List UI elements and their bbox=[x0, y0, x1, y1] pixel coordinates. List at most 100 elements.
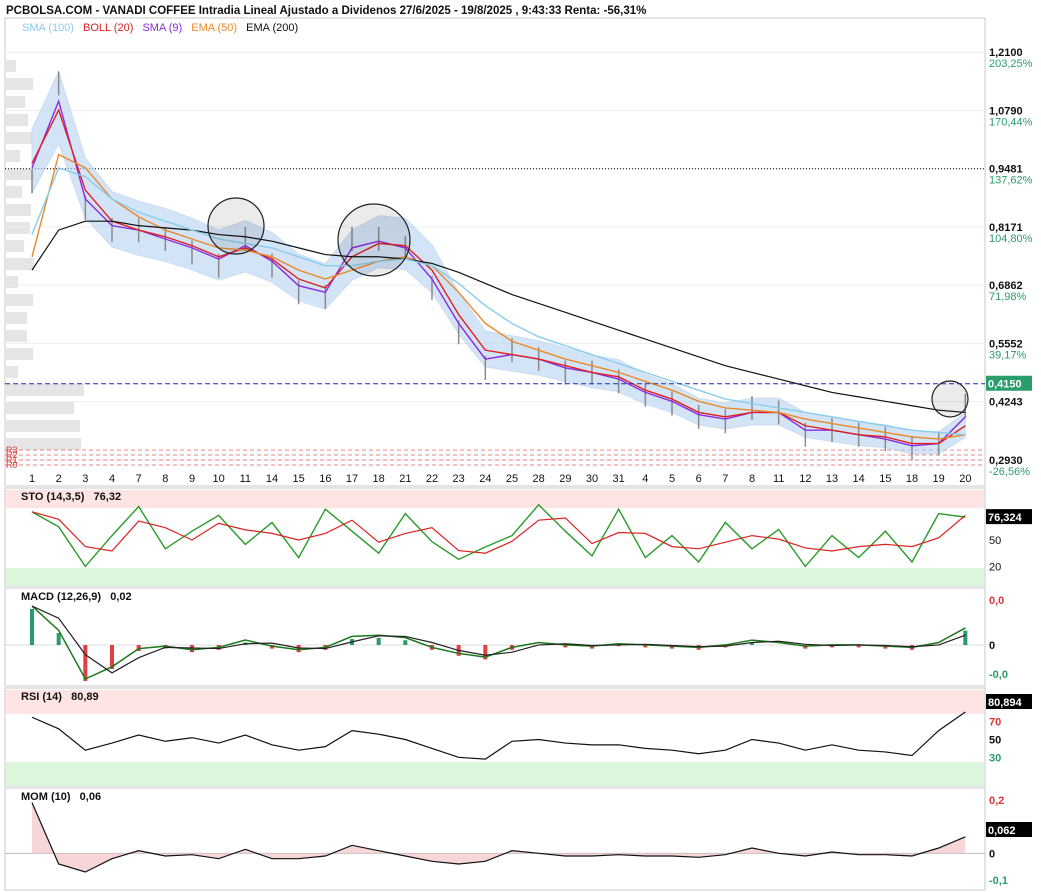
x-tick-label: 15 bbox=[879, 473, 891, 485]
rsi-tick: 70 bbox=[989, 717, 1001, 729]
mom-area bbox=[32, 802, 966, 872]
price-tick-pct: 203,25% bbox=[989, 58, 1033, 70]
sto-value: 76,32 bbox=[93, 491, 122, 503]
panel-frame-4 bbox=[4, 787, 986, 891]
x-tick-label: 7 bbox=[136, 473, 142, 485]
legend-ema50[interactable]: EMA (50) bbox=[191, 22, 237, 34]
x-tick-label: 15 bbox=[293, 473, 305, 485]
x-tick-label: 4 bbox=[642, 473, 648, 485]
x-tick-label: 8 bbox=[162, 473, 168, 485]
rsi-oversold-zone bbox=[6, 762, 984, 786]
rsi-overbought-zone bbox=[6, 690, 984, 714]
mom-tick: 0 bbox=[989, 848, 995, 860]
x-tick-label: 10 bbox=[213, 473, 225, 485]
volume-profile-bar bbox=[6, 420, 80, 432]
volume-profile-bar bbox=[6, 294, 33, 306]
volume-profile-bar bbox=[6, 204, 31, 216]
x-tick-label: 14 bbox=[266, 473, 278, 485]
volume-profile-bar bbox=[6, 186, 22, 198]
x-tick-label: 9 bbox=[189, 473, 195, 485]
volume-profile-bar bbox=[6, 132, 32, 144]
x-tick-label: 6 bbox=[696, 473, 702, 485]
price-tick-pct: 39,17% bbox=[989, 349, 1027, 361]
panel-frame-2 bbox=[4, 587, 986, 687]
x-tick-label: 16 bbox=[319, 473, 331, 485]
sto-d-line bbox=[31, 511, 966, 554]
x-tick-label: 29 bbox=[559, 473, 571, 485]
legend-sma9[interactable]: SMA (9) bbox=[142, 22, 182, 34]
x-tick-label: 18 bbox=[373, 473, 385, 485]
mom-label: MOM (10) bbox=[21, 791, 71, 803]
sto-panel-label: STO (14,3,5) 76,32 bbox=[21, 491, 121, 503]
rsi-badge: 80,894 bbox=[988, 697, 1023, 709]
x-tick-label: 31 bbox=[613, 473, 625, 485]
price-tick-pct: -26,56% bbox=[989, 466, 1030, 478]
x-tick-label: 21 bbox=[399, 473, 411, 485]
macd-tick: 0,0 bbox=[989, 595, 1004, 607]
rsi-value: 80,89 bbox=[71, 691, 99, 703]
volume-profile-bar bbox=[6, 384, 84, 396]
price-tick-pct: 170,44% bbox=[989, 116, 1033, 128]
macd-histogram-bar bbox=[30, 609, 34, 645]
volume-profile-bar bbox=[6, 276, 18, 288]
x-tick-label: 17 bbox=[346, 473, 358, 485]
volume-profile-bar bbox=[6, 96, 25, 108]
x-tick-label: 24 bbox=[479, 473, 491, 485]
volume-profile-bar bbox=[6, 312, 27, 324]
mom-line bbox=[31, 802, 966, 873]
x-tick-label: 13 bbox=[826, 473, 838, 485]
rsi-panel-label: RSI (14) 80,89 bbox=[21, 691, 99, 703]
rsi-tick: 50 bbox=[989, 735, 1001, 747]
mom-tick: 0,2 bbox=[989, 795, 1004, 807]
x-tick-label: 2 bbox=[56, 473, 62, 485]
legend-boll20[interactable]: BOLL (20) bbox=[83, 22, 133, 34]
sto-oversold-zone bbox=[6, 568, 984, 586]
macd-tick: -0,0 bbox=[989, 669, 1008, 681]
x-tick-label: 14 bbox=[853, 473, 865, 485]
volume-profile-bar bbox=[6, 348, 33, 360]
price-tick-label: 0,4243 bbox=[989, 397, 1023, 409]
x-tick-label: 22 bbox=[426, 473, 438, 485]
macd-histogram-bar bbox=[190, 645, 194, 653]
x-tick-label: 11 bbox=[240, 473, 251, 485]
highlight-circle bbox=[207, 197, 265, 255]
macd-histogram-bar bbox=[403, 640, 408, 645]
price-tick-pct: 104,80% bbox=[989, 233, 1033, 245]
macd-line bbox=[31, 605, 966, 680]
rsi-tick: 30 bbox=[989, 752, 1001, 764]
chart-title: PCBOLSA.COM - VANADI COFFEE Intradia Lin… bbox=[6, 5, 647, 17]
macd-histogram-bar bbox=[56, 633, 61, 645]
x-tick-label: 8 bbox=[749, 473, 755, 485]
sto-k-line bbox=[31, 503, 966, 568]
macd-panel-label: MACD (12,26,9) 0,02 bbox=[21, 591, 132, 603]
sto-overbought-zone bbox=[6, 490, 984, 508]
current-price-text: 0,4150 bbox=[988, 379, 1022, 391]
price-tick-pct: 137,62% bbox=[989, 175, 1033, 187]
series-line-sma-9- bbox=[31, 98, 966, 447]
sto-label: STO (14,3,5) bbox=[21, 491, 85, 503]
indicator-legend: SMA (100) BOLL (20) SMA (9) EMA (50) EMA… bbox=[22, 22, 304, 34]
x-tick-label: 25 bbox=[506, 473, 518, 485]
highlight-circle bbox=[337, 203, 411, 277]
volume-profile-bar bbox=[6, 258, 34, 270]
sto-tick: 50 bbox=[989, 535, 1001, 547]
series-line-sma-100- bbox=[31, 166, 966, 436]
x-tick-label: 7 bbox=[722, 473, 728, 485]
volume-profile-bar bbox=[6, 366, 18, 378]
rsi-label: RSI (14) bbox=[21, 691, 62, 703]
x-tick-label: 11 bbox=[773, 473, 784, 485]
macd-label: MACD (12,26,9) bbox=[21, 591, 102, 603]
macd-histogram-bar bbox=[296, 645, 301, 653]
x-tick-label: 5 bbox=[669, 473, 675, 485]
macd-histogram-bar bbox=[963, 630, 968, 645]
volume-profile-bar bbox=[6, 330, 27, 342]
x-tick-label: 19 bbox=[933, 473, 945, 485]
x-tick-label: 23 bbox=[453, 473, 465, 485]
x-tick-label: 30 bbox=[586, 473, 598, 485]
chart-canvas: 1,2100203,25%1,0790170,44%0,9481137,62%0… bbox=[4, 17, 1033, 891]
bollinger-band bbox=[31, 70, 966, 455]
legend-ema200[interactable]: EMA (200) bbox=[246, 22, 298, 34]
legend-sma100[interactable]: SMA (100) bbox=[22, 22, 74, 34]
volume-profile-bar bbox=[6, 150, 20, 162]
x-tick-label: 18 bbox=[906, 473, 918, 485]
